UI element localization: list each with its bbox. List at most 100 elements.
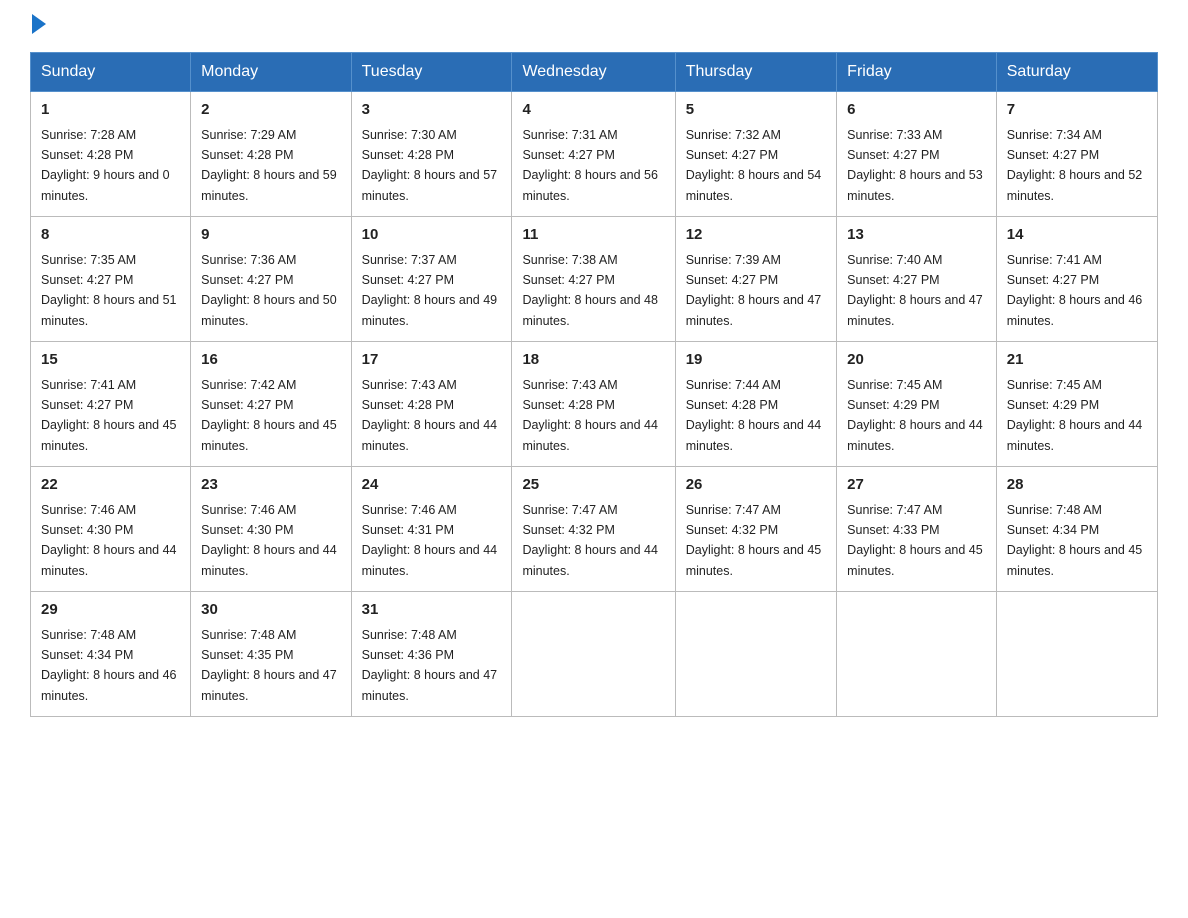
day-info: Sunrise: 7:48 AMSunset: 4:35 PMDaylight:… xyxy=(201,628,337,703)
day-number: 13 xyxy=(847,224,986,247)
day-number: 6 xyxy=(847,99,986,122)
calendar-cell: 6 Sunrise: 7:33 AMSunset: 4:27 PMDaylight… xyxy=(837,92,997,217)
calendar-week-row: 22 Sunrise: 7:46 AMSunset: 4:30 PMDayligh… xyxy=(31,467,1158,592)
day-info: Sunrise: 7:38 AMSunset: 4:27 PMDaylight:… xyxy=(522,253,658,328)
calendar-cell: 19 Sunrise: 7:44 AMSunset: 4:28 PMDayligh… xyxy=(675,342,836,467)
calendar-cell: 9 Sunrise: 7:36 AMSunset: 4:27 PMDaylight… xyxy=(191,217,351,342)
calendar-cell: 15 Sunrise: 7:41 AMSunset: 4:27 PMDayligh… xyxy=(31,342,191,467)
day-number: 1 xyxy=(41,99,180,122)
day-number: 5 xyxy=(686,99,826,122)
day-number: 9 xyxy=(201,224,340,247)
day-info: Sunrise: 7:43 AMSunset: 4:28 PMDaylight:… xyxy=(362,378,498,453)
calendar-cell: 29Sunrise: 7:48 AMSunset: 4:34 PMDayligh… xyxy=(31,592,191,717)
day-header-thursday: Thursday xyxy=(675,53,836,92)
calendar-week-row: 1 Sunrise: 7:28 AMSunset: 4:28 PMDaylight… xyxy=(31,92,1158,217)
day-number: 24 xyxy=(362,474,502,497)
calendar-cell: 30 Sunrise: 7:48 AMSunset: 4:35 PMDayligh… xyxy=(191,592,351,717)
calendar-cell: 26 Sunrise: 7:47 AMSunset: 4:32 PMDayligh… xyxy=(675,467,836,592)
day-info: Sunrise: 7:29 AMSunset: 4:28 PMDaylight:… xyxy=(201,128,337,203)
calendar-cell: 5Sunrise: 7:32 AMSunset: 4:27 PMDaylight… xyxy=(675,92,836,217)
page-header xyxy=(30,20,1158,34)
calendar-cell: 20 Sunrise: 7:45 AMSunset: 4:29 PMDayligh… xyxy=(837,342,997,467)
calendar-cell: 2 Sunrise: 7:29 AMSunset: 4:28 PMDaylight… xyxy=(191,92,351,217)
day-number: 12 xyxy=(686,224,826,247)
calendar-cell: 17 Sunrise: 7:43 AMSunset: 4:28 PMDayligh… xyxy=(351,342,512,467)
calendar-cell: 11 Sunrise: 7:38 AMSunset: 4:27 PMDayligh… xyxy=(512,217,675,342)
day-number: 2 xyxy=(201,99,340,122)
calendar-cell: 23 Sunrise: 7:46 AMSunset: 4:30 PMDayligh… xyxy=(191,467,351,592)
day-number: 3 xyxy=(362,99,502,122)
day-info: Sunrise: 7:37 AMSunset: 4:27 PMDaylight:… xyxy=(362,253,498,328)
day-number: 26 xyxy=(686,474,826,497)
logo-arrow-icon xyxy=(32,14,46,34)
day-number: 29 xyxy=(41,599,180,622)
day-number: 11 xyxy=(522,224,664,247)
day-header-monday: Monday xyxy=(191,53,351,92)
day-info: Sunrise: 7:43 AMSunset: 4:28 PMDaylight:… xyxy=(522,378,658,453)
day-info: Sunrise: 7:47 AMSunset: 4:32 PMDaylight:… xyxy=(686,503,822,578)
day-info: Sunrise: 7:28 AMSunset: 4:28 PMDaylight:… xyxy=(41,128,170,203)
day-info: Sunrise: 7:45 AMSunset: 4:29 PMDaylight:… xyxy=(847,378,983,453)
day-info: Sunrise: 7:34 AMSunset: 4:27 PMDaylight:… xyxy=(1007,128,1143,203)
day-info: Sunrise: 7:42 AMSunset: 4:27 PMDaylight:… xyxy=(201,378,337,453)
calendar-cell: 8Sunrise: 7:35 AMSunset: 4:27 PMDaylight… xyxy=(31,217,191,342)
day-info: Sunrise: 7:46 AMSunset: 4:30 PMDaylight:… xyxy=(201,503,337,578)
day-info: Sunrise: 7:47 AMSunset: 4:32 PMDaylight:… xyxy=(522,503,658,578)
day-info: Sunrise: 7:44 AMSunset: 4:28 PMDaylight:… xyxy=(686,378,822,453)
day-info: Sunrise: 7:36 AMSunset: 4:27 PMDaylight:… xyxy=(201,253,337,328)
day-number: 28 xyxy=(1007,474,1147,497)
calendar-cell: 27 Sunrise: 7:47 AMSunset: 4:33 PMDayligh… xyxy=(837,467,997,592)
calendar-cell: 21 Sunrise: 7:45 AMSunset: 4:29 PMDayligh… xyxy=(996,342,1157,467)
day-number: 17 xyxy=(362,349,502,372)
day-number: 22 xyxy=(41,474,180,497)
day-number: 21 xyxy=(1007,349,1147,372)
day-info: Sunrise: 7:30 AMSunset: 4:28 PMDaylight:… xyxy=(362,128,498,203)
day-header-wednesday: Wednesday xyxy=(512,53,675,92)
day-number: 4 xyxy=(522,99,664,122)
day-info: Sunrise: 7:31 AMSunset: 4:27 PMDaylight:… xyxy=(522,128,658,203)
day-number: 23 xyxy=(201,474,340,497)
calendar-cell xyxy=(837,592,997,717)
calendar-cell: 24 Sunrise: 7:46 AMSunset: 4:31 PMDayligh… xyxy=(351,467,512,592)
day-info: Sunrise: 7:48 AMSunset: 4:36 PMDaylight:… xyxy=(362,628,498,703)
day-info: Sunrise: 7:45 AMSunset: 4:29 PMDaylight:… xyxy=(1007,378,1143,453)
day-header-sunday: Sunday xyxy=(31,53,191,92)
day-info: Sunrise: 7:47 AMSunset: 4:33 PMDaylight:… xyxy=(847,503,983,578)
day-header-saturday: Saturday xyxy=(996,53,1157,92)
calendar-cell: 7 Sunrise: 7:34 AMSunset: 4:27 PMDaylight… xyxy=(996,92,1157,217)
day-number: 14 xyxy=(1007,224,1147,247)
day-number: 19 xyxy=(686,349,826,372)
calendar-table: SundayMondayTuesdayWednesdayThursdayFrid… xyxy=(30,52,1158,717)
calendar-cell: 10 Sunrise: 7:37 AMSunset: 4:27 PMDayligh… xyxy=(351,217,512,342)
calendar-cell: 25 Sunrise: 7:47 AMSunset: 4:32 PMDayligh… xyxy=(512,467,675,592)
day-info: Sunrise: 7:41 AMSunset: 4:27 PMDaylight:… xyxy=(41,378,177,453)
calendar-cell: 13 Sunrise: 7:40 AMSunset: 4:27 PMDayligh… xyxy=(837,217,997,342)
day-header-tuesday: Tuesday xyxy=(351,53,512,92)
day-number: 31 xyxy=(362,599,502,622)
calendar-header-row: SundayMondayTuesdayWednesdayThursdayFrid… xyxy=(31,53,1158,92)
day-info: Sunrise: 7:33 AMSunset: 4:27 PMDaylight:… xyxy=(847,128,983,203)
day-number: 10 xyxy=(362,224,502,247)
calendar-cell xyxy=(675,592,836,717)
calendar-cell: 14 Sunrise: 7:41 AMSunset: 4:27 PMDayligh… xyxy=(996,217,1157,342)
day-info: Sunrise: 7:41 AMSunset: 4:27 PMDaylight:… xyxy=(1007,253,1143,328)
logo xyxy=(30,20,46,34)
calendar-cell: 22Sunrise: 7:46 AMSunset: 4:30 PMDayligh… xyxy=(31,467,191,592)
day-number: 18 xyxy=(522,349,664,372)
calendar-cell: 4 Sunrise: 7:31 AMSunset: 4:27 PMDaylight… xyxy=(512,92,675,217)
calendar-week-row: 8Sunrise: 7:35 AMSunset: 4:27 PMDaylight… xyxy=(31,217,1158,342)
day-number: 27 xyxy=(847,474,986,497)
day-number: 25 xyxy=(522,474,664,497)
calendar-cell: 31 Sunrise: 7:48 AMSunset: 4:36 PMDayligh… xyxy=(351,592,512,717)
calendar-cell: 18 Sunrise: 7:43 AMSunset: 4:28 PMDayligh… xyxy=(512,342,675,467)
day-number: 30 xyxy=(201,599,340,622)
day-number: 16 xyxy=(201,349,340,372)
day-number: 20 xyxy=(847,349,986,372)
calendar-cell: 1 Sunrise: 7:28 AMSunset: 4:28 PMDaylight… xyxy=(31,92,191,217)
calendar-cell xyxy=(996,592,1157,717)
day-number: 7 xyxy=(1007,99,1147,122)
day-info: Sunrise: 7:46 AMSunset: 4:31 PMDaylight:… xyxy=(362,503,498,578)
day-number: 8 xyxy=(41,224,180,247)
day-info: Sunrise: 7:40 AMSunset: 4:27 PMDaylight:… xyxy=(847,253,983,328)
day-number: 15 xyxy=(41,349,180,372)
